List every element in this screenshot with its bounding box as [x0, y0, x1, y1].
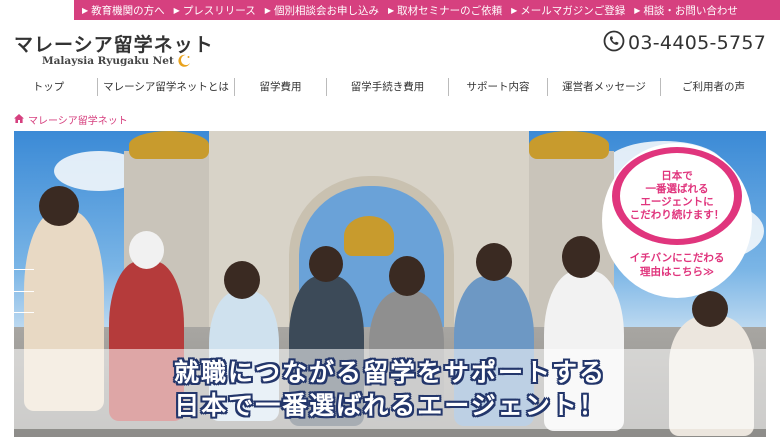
top-utility-bar: ▶ 教育機関の方へ ▶ プレスリリース ▶ 個別相談会お申し込み ▶ 取材セミナーのご依… — [74, 0, 780, 20]
palace-dome-left — [129, 131, 209, 159]
breadcrumb-home-link[interactable]: マレーシア留学ネット — [28, 112, 128, 127]
slider-indicator[interactable] — [14, 312, 34, 313]
arrow-right-icon: ▶ — [511, 5, 518, 15]
breadcrumb: マレーシア留学ネット — [14, 112, 128, 127]
home-icon[interactable] — [14, 113, 24, 126]
person-head — [389, 256, 425, 296]
arrow-right-icon: ▶ — [264, 5, 271, 15]
main-nav: トップ マレーシア留学ネットとは 留学費用 留学手続き費用 サポート内容 運営者… — [0, 76, 780, 98]
person-head — [309, 246, 343, 282]
arrow-right-icon: ▶ — [173, 5, 180, 15]
site-logo[interactable]: マレーシア留学ネット Malaysia Ryugaku Net — [14, 30, 214, 67]
topbar-link-newsletter[interactable]: ▶ メールマガジンご登録 — [511, 3, 625, 18]
topbar-link-consultation[interactable]: ▶ 個別相談会お申し込み — [265, 3, 379, 18]
topbar-link-interview[interactable]: ▶ 取材セミナーのご依頼 — [388, 3, 502, 18]
arrow-right-icon: ▶ — [634, 5, 641, 15]
person-head — [129, 231, 164, 269]
palace-dome-right — [529, 131, 609, 159]
hero-caption-line: 日本で一番選ばれるエージェント！ — [174, 391, 606, 420]
mosque-dome — [344, 216, 394, 256]
topbar-link-education[interactable]: ▶ 教育機関の方へ — [82, 3, 165, 18]
phone-icon — [603, 30, 625, 56]
nav-item-voices[interactable]: ご利用者の声 — [661, 78, 766, 96]
slider-indicator[interactable] — [14, 269, 34, 270]
phone-contact[interactable]: 03-4405-5757 — [603, 30, 766, 56]
nav-item-about[interactable]: マレーシア留学ネットとは — [98, 78, 235, 96]
nav-item-top[interactable]: トップ — [0, 78, 98, 96]
nav-item-support[interactable]: サポート内容 — [449, 78, 548, 96]
logo-subtitle: Malaysia Ryugaku Net — [42, 54, 191, 67]
arrow-right-icon: ▶ — [82, 5, 89, 15]
promo-badge-text: 日本で 一番選ばれる エージェントに こだわり続けます！ — [620, 153, 734, 239]
nav-item-message[interactable]: 運営者メッセージ — [548, 78, 661, 96]
hero-caption: 就職につながる留学をサポートする 日本で一番選ばれるエージェント！ — [14, 349, 766, 429]
slider-indicator[interactable] — [14, 291, 34, 292]
logo-title: マレーシア留学ネット — [14, 34, 214, 56]
topbar-link-press[interactable]: ▶ プレスリリース — [174, 3, 256, 18]
nav-item-cost[interactable]: 留学費用 — [235, 78, 327, 96]
person-head — [562, 236, 600, 278]
phone-number: 03-4405-5757 — [628, 32, 767, 54]
hero-caption-line: 就職につながる留学をサポートする — [173, 358, 606, 387]
promo-reason-link[interactable]: イチバンにこだわる 理由はこちら≫ — [618, 251, 736, 279]
arrow-right-icon: ▶ — [387, 5, 395, 15]
person-head — [39, 186, 79, 226]
topbar-link-contact[interactable]: ▶ 相談・お問い合わせ — [634, 3, 738, 18]
person-head — [224, 261, 260, 299]
nav-item-procedure-cost[interactable]: 留学手続き費用 — [327, 78, 449, 96]
crescent-moon-icon — [178, 54, 191, 67]
hero-banner[interactable]: 日本で 一番選ばれる エージェントに こだわり続けます！ イチバンにこだわる 理… — [14, 131, 766, 437]
person-head — [692, 291, 728, 327]
person-head — [476, 243, 512, 281]
